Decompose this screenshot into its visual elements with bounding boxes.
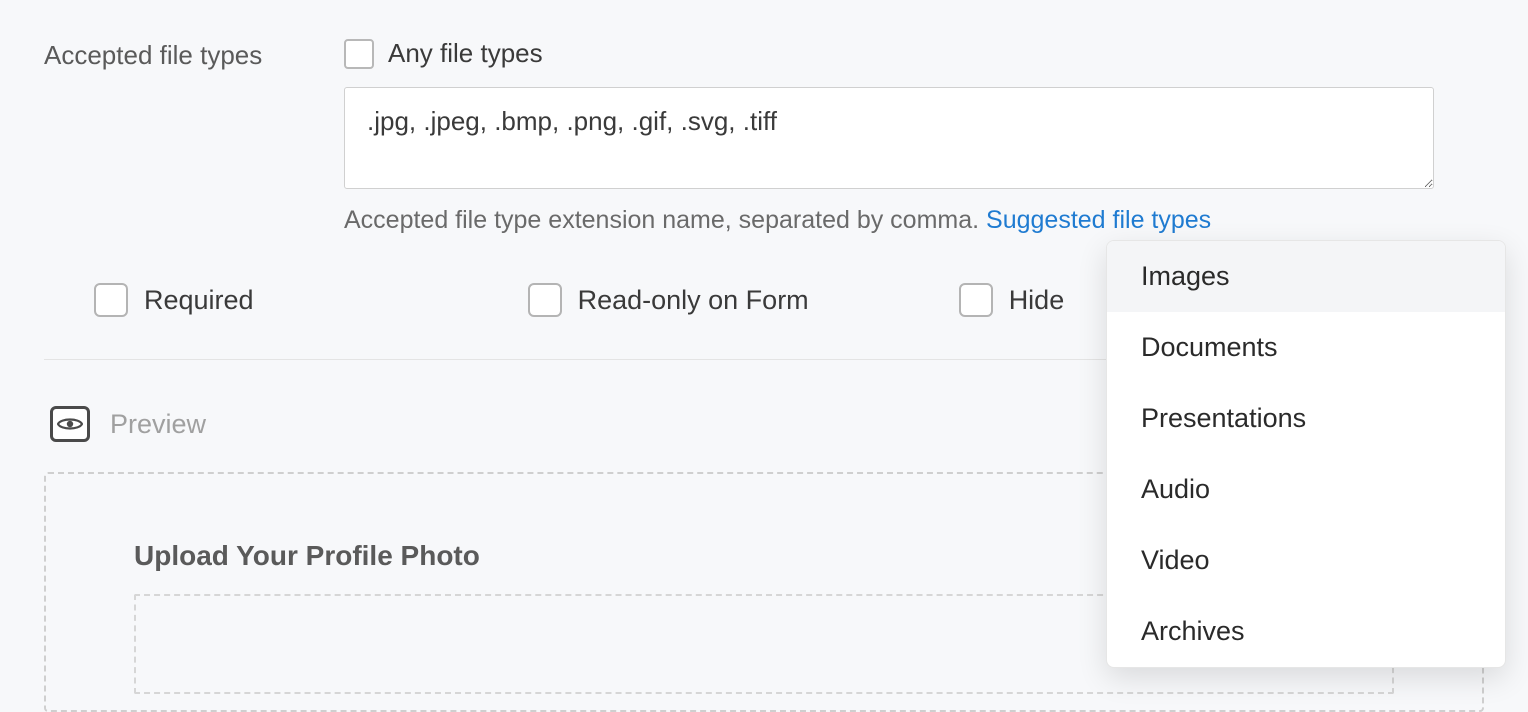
- accepted-file-types-row: Accepted file types Any file types Accep…: [0, 0, 1528, 235]
- hide-option: Hide: [959, 283, 1065, 317]
- accepted-file-types-label: Accepted file types: [44, 38, 344, 71]
- required-option: Required: [94, 283, 254, 317]
- readonly-checkbox[interactable]: [528, 283, 562, 317]
- accepted-file-types-controls: Any file types Accepted file type extens…: [344, 38, 1484, 235]
- suggested-file-types-link[interactable]: Suggested file types: [986, 206, 1211, 234]
- readonly-label: Read-only on Form: [578, 285, 809, 316]
- dropdown-item-documents[interactable]: Documents: [1107, 312, 1505, 383]
- file-types-input[interactable]: [344, 87, 1434, 189]
- suggested-file-types-dropdown: Images Documents Presentations Audio Vid…: [1106, 240, 1506, 668]
- dropdown-item-audio[interactable]: Audio: [1107, 454, 1505, 525]
- preview-label: Preview: [110, 409, 206, 440]
- dropdown-item-archives[interactable]: Archives: [1107, 596, 1505, 667]
- file-types-help: Accepted file type extension name, separ…: [344, 206, 1434, 235]
- any-file-types-group: Any file types: [344, 38, 1484, 69]
- readonly-option: Read-only on Form: [528, 283, 809, 317]
- preview-icon: [50, 406, 90, 442]
- any-file-types-label: Any file types: [388, 38, 543, 69]
- dropdown-item-presentations[interactable]: Presentations: [1107, 383, 1505, 454]
- any-file-types-checkbox[interactable]: [344, 39, 374, 69]
- hide-label: Hide: [1009, 285, 1065, 316]
- required-checkbox[interactable]: [94, 283, 128, 317]
- file-types-help-text: Accepted file type extension name, separ…: [344, 206, 986, 234]
- hide-checkbox[interactable]: [959, 283, 993, 317]
- dropdown-item-video[interactable]: Video: [1107, 525, 1505, 596]
- dropdown-item-images[interactable]: Images: [1107, 241, 1505, 312]
- required-label: Required: [144, 285, 254, 316]
